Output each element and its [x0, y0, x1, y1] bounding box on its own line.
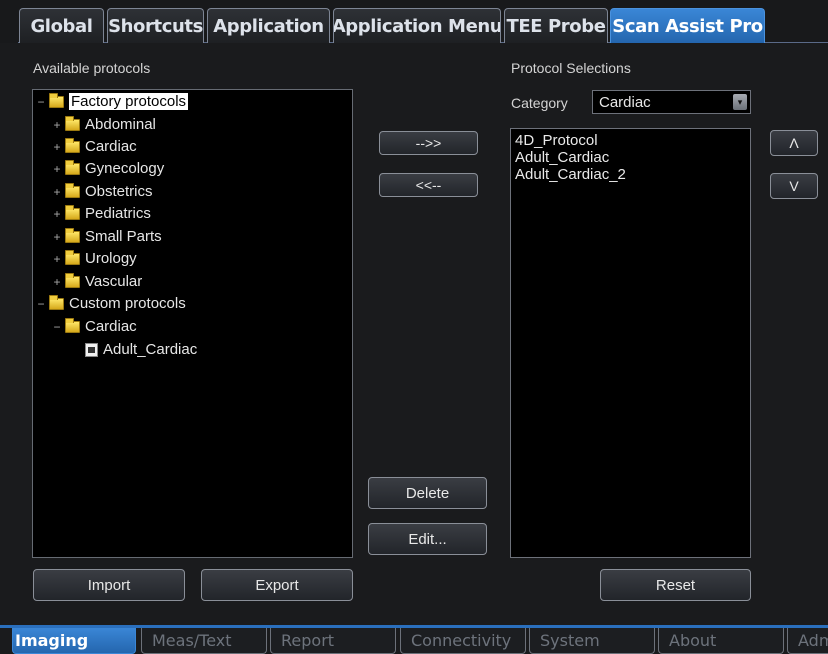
folder-icon — [65, 115, 80, 131]
tree-item-factory-protocols[interactable]: − Factory protocols — [35, 91, 189, 112]
dropdown-arrow-icon: ▾ — [733, 94, 747, 110]
tree-item-label: Urology — [85, 250, 137, 267]
document-icon — [85, 342, 98, 357]
tree-item-label: Adult_Cardiac — [103, 341, 198, 358]
folder-icon — [49, 92, 64, 108]
tree-item-abdominal[interactable]: + Abdominal — [51, 114, 156, 135]
tree-item-urology[interactable]: + Urology — [51, 248, 137, 269]
tab-connectivity[interactable]: Connectivity — [400, 628, 526, 654]
tree-item-label: Gynecology — [85, 160, 165, 177]
tab-application-menu[interactable]: Application Menu — [333, 8, 501, 43]
tab-meas-text[interactable]: Meas/Text — [141, 628, 267, 654]
add-protocol-button[interactable]: -->> — [379, 131, 478, 155]
tab-application[interactable]: Application — [207, 8, 330, 43]
list-item[interactable]: Adult_Cardiac — [515, 149, 746, 166]
tree-item-small-parts[interactable]: + Small Parts — [51, 226, 162, 247]
protocol-selection-list[interactable]: 4D_Protocol Adult_Cardiac Adult_Cardiac_… — [510, 128, 751, 558]
collapse-icon[interactable]: − — [35, 95, 47, 109]
expand-icon[interactable]: + — [51, 275, 63, 289]
list-item[interactable]: 4D_Protocol — [515, 132, 746, 149]
tree-item-adult-cardiac[interactable]: Adult_Cardiac — [85, 339, 197, 360]
expand-icon[interactable]: + — [51, 185, 63, 199]
expand-icon[interactable]: + — [51, 118, 63, 132]
list-item[interactable]: Adult_Cardiac_2 — [515, 166, 746, 183]
folder-icon — [65, 137, 80, 153]
folder-icon — [65, 317, 80, 333]
expand-icon[interactable]: + — [51, 140, 63, 154]
tree-item-label: Cardiac — [85, 138, 137, 155]
bottom-tab-bar: Imaging Meas/Text Report Connectivity Sy… — [0, 625, 828, 654]
tree-item-custom-protocols[interactable]: − Custom protocols — [35, 293, 186, 314]
folder-icon — [65, 272, 80, 288]
tree-item-obstetrics[interactable]: + Obstetrics — [51, 181, 153, 202]
tree-item-custom-cardiac[interactable]: − Cardiac — [51, 316, 137, 337]
tab-system[interactable]: System — [529, 628, 655, 654]
top-tab-bar: Global Shortcuts Application Application… — [0, 0, 828, 43]
tree-item-label: Factory protocols — [69, 93, 189, 110]
delete-button[interactable]: Delete — [368, 477, 487, 509]
tree-item-label: Cardiac — [85, 318, 137, 335]
expand-icon[interactable]: + — [51, 162, 63, 176]
folder-icon — [65, 249, 80, 265]
tree-item-label: Abdominal — [85, 116, 156, 133]
tree-item-cardiac[interactable]: + Cardiac — [51, 136, 137, 157]
tab-scan-assist-pro[interactable]: Scan Assist Pro — [610, 8, 765, 43]
protocol-tree[interactable]: − Factory protocols + Abdominal + Cardia… — [32, 89, 353, 558]
tree-item-label: Obstetrics — [85, 183, 153, 200]
tab-global[interactable]: Global — [19, 8, 104, 43]
available-protocols-label: Available protocols — [33, 60, 151, 76]
collapse-icon[interactable]: − — [51, 320, 63, 334]
tree-item-label: Small Parts — [85, 228, 162, 245]
export-button[interactable]: Export — [201, 569, 353, 601]
import-button[interactable]: Import — [33, 569, 185, 601]
expand-icon[interactable]: + — [51, 252, 63, 266]
move-up-button[interactable]: Λ — [770, 130, 818, 156]
move-down-button[interactable]: V — [770, 173, 818, 199]
category-select[interactable]: Cardiac ▾ — [592, 90, 751, 114]
tree-item-label: Custom protocols — [69, 295, 186, 312]
category-value: Cardiac — [599, 93, 651, 111]
tab-imaging[interactable]: Imaging — [12, 628, 136, 654]
expand-icon[interactable]: + — [51, 230, 63, 244]
tree-item-label: Pediatrics — [85, 205, 151, 222]
tree-item-label: Vascular — [85, 273, 143, 290]
edit-button[interactable]: Edit... — [368, 523, 487, 555]
folder-icon — [65, 227, 80, 243]
tab-admin[interactable]: Adm — [787, 628, 828, 654]
folder-icon — [65, 204, 80, 220]
protocol-selections-label: Protocol Selections — [511, 60, 631, 76]
collapse-icon[interactable]: − — [35, 297, 47, 311]
tree-item-gynecology[interactable]: + Gynecology — [51, 158, 164, 179]
tree-item-vascular[interactable]: + Vascular — [51, 271, 142, 292]
tab-about[interactable]: About — [658, 628, 784, 654]
tab-tee-probe[interactable]: TEE Probe — [504, 8, 608, 43]
folder-icon — [65, 159, 80, 175]
tab-shortcuts[interactable]: Shortcuts — [107, 8, 204, 43]
expand-icon[interactable]: + — [51, 207, 63, 221]
category-label: Category — [511, 95, 568, 111]
tree-item-pediatrics[interactable]: + Pediatrics — [51, 203, 151, 224]
folder-icon — [65, 182, 80, 198]
remove-protocol-button[interactable]: <<-- — [379, 173, 478, 197]
tab-report[interactable]: Report — [270, 628, 396, 654]
reset-button[interactable]: Reset — [600, 569, 751, 601]
folder-icon — [49, 294, 64, 310]
